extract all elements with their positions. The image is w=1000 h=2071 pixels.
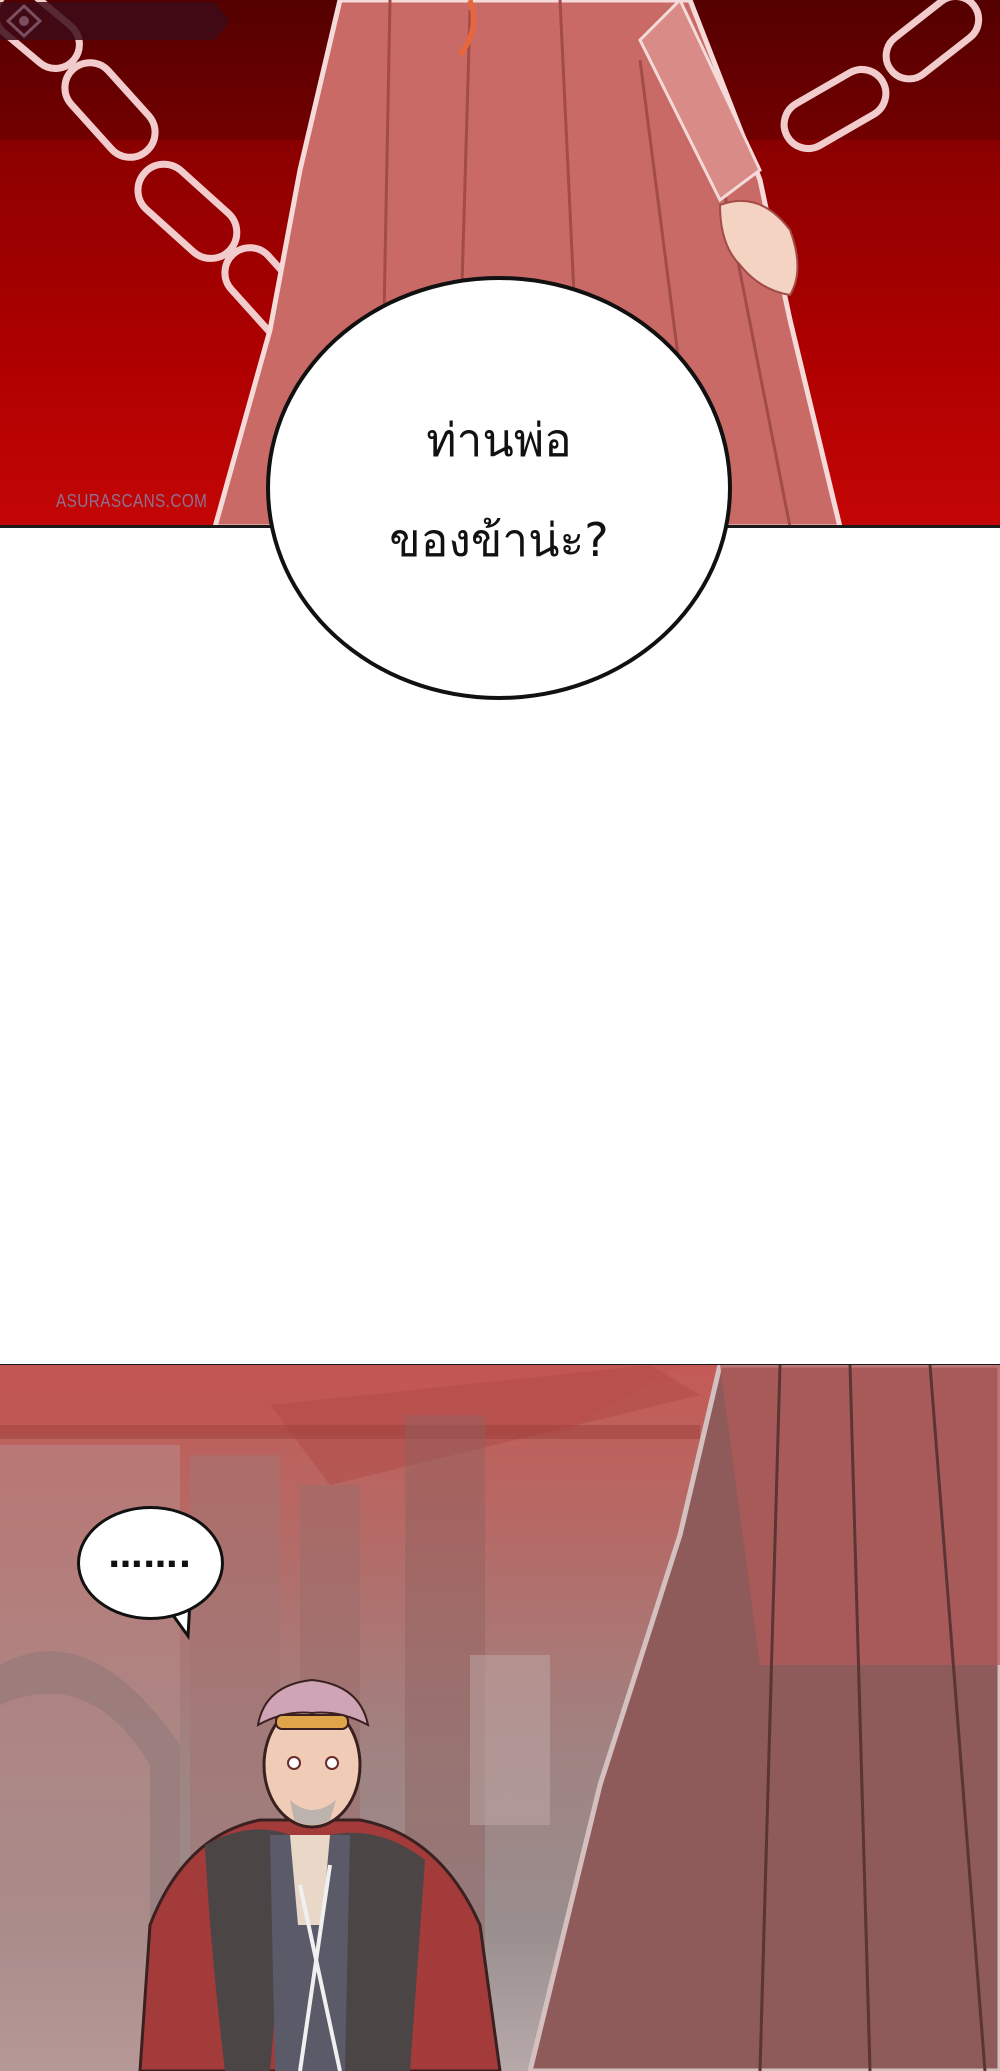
speech-bubble-small-text: …….	[108, 1536, 193, 1576]
watermark-banner	[0, 2, 230, 40]
panel-artwork-bottom	[0, 1365, 1000, 2071]
speech-line-2: ของข้าน่ะ?	[389, 513, 609, 567]
panel-old-man	[0, 1365, 1000, 2071]
comic-page: ASURASCANS.COM ท่านพ่อ ของข้าน่ะ? …….	[0, 0, 1000, 2071]
speech-line-1: ท่านพ่อ	[426, 413, 572, 467]
watermark-text: ASURASCANS.COM	[56, 491, 208, 511]
speech-bubble-main-text: ท่านพ่อ ของข้าน่ะ?	[266, 390, 732, 590]
